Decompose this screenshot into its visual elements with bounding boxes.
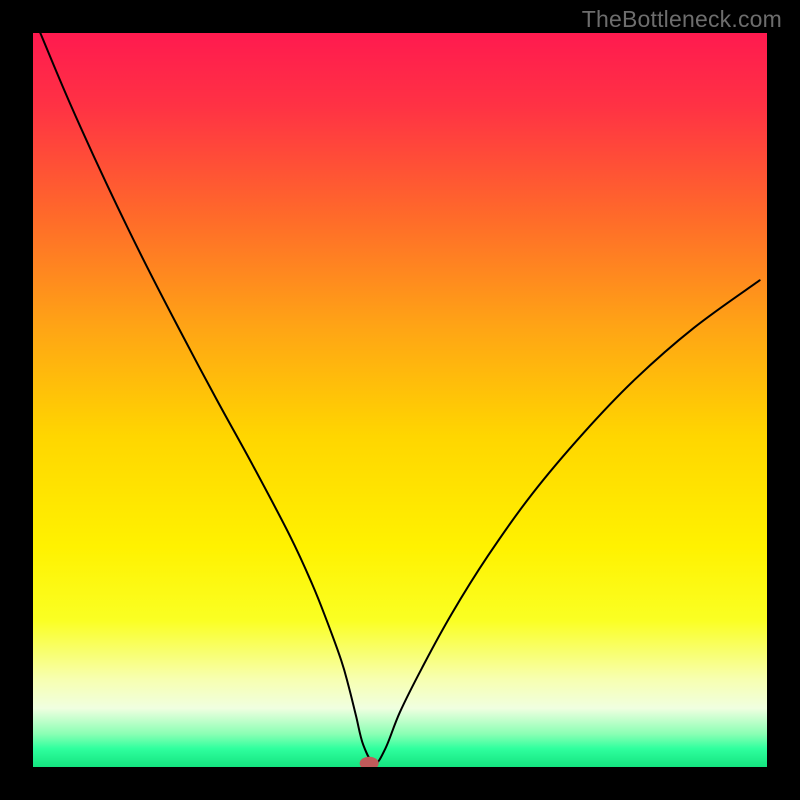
chart-svg (33, 33, 767, 767)
chart-frame: TheBottleneck.com (0, 0, 800, 800)
plot-area (33, 33, 767, 767)
gradient-background (33, 33, 767, 767)
watermark-text: TheBottleneck.com (582, 6, 782, 33)
